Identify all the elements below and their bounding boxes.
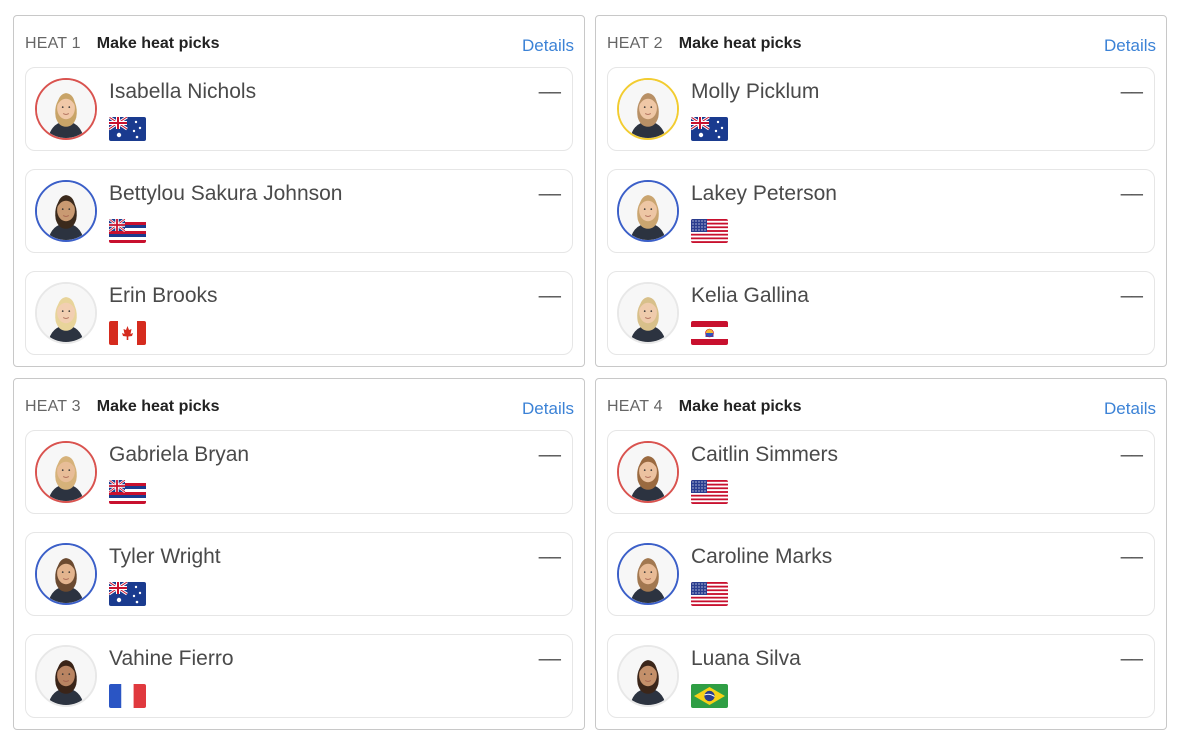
heat-card: HEAT 4 Make heat picks Details Caitlin S… [595,378,1167,730]
country-flag-icon [109,480,146,504]
heat-header: HEAT 4 Make heat picks [607,397,801,417]
surfer-row[interactable]: Molly Picklum –– [607,67,1155,151]
surfer-name: Tyler Wright [109,545,221,568]
surfer-avatar [35,180,97,242]
surfer-row[interactable]: Caitlin Simmers –– [607,430,1155,514]
country-flag-icon [109,219,146,243]
country-flag-icon [691,480,728,504]
make-picks-label[interactable]: Make heat picks [679,398,802,416]
surfer-name: Kelia Gallina [691,284,809,307]
surfer-row[interactable]: Vahine Fierro –– [25,634,573,718]
details-link[interactable]: Details [1104,399,1156,419]
surfer-name: Molly Picklum [691,80,820,103]
surfer-name: Lakey Peterson [691,182,837,205]
surfer-row[interactable]: Luana Silva –– [607,634,1155,718]
surfer-avatar [617,543,679,605]
surfer-name: Luana Silva [691,647,801,670]
surfer-score: –– [538,647,561,670]
surfer-score: –– [1120,647,1143,670]
details-link[interactable]: Details [1104,36,1156,56]
make-picks-label[interactable]: Make heat picks [97,35,220,53]
surfer-avatar [35,78,97,140]
surfer-score: –– [538,284,561,307]
surfer-score: –– [538,545,561,568]
heat-header: HEAT 1 Make heat picks [25,34,219,54]
heat-card: HEAT 1 Make heat picks Details Isabella … [13,15,585,367]
surfer-row[interactable]: Tyler Wright –– [25,532,573,616]
surfer-avatar [617,282,679,344]
surfer-row[interactable]: Lakey Peterson –– [607,169,1155,253]
surfer-name: Caroline Marks [691,545,833,568]
heat-label: HEAT 1 [25,35,81,52]
surfer-avatar [35,282,97,344]
surfer-name: Vahine Fierro [109,647,234,670]
country-flag-icon [691,582,728,606]
surfer-score: –– [1120,545,1143,568]
surfer-row[interactable]: Gabriela Bryan –– [25,430,573,514]
heat-label: HEAT 3 [25,398,81,415]
details-link[interactable]: Details [522,36,574,56]
surfer-name: Caitlin Simmers [691,443,839,466]
heat-header: HEAT 2 Make heat picks [607,34,801,54]
surfer-avatar [617,645,679,707]
country-flag-icon [691,117,728,141]
surfer-name: Isabella Nichols [109,80,257,103]
country-flag-icon [691,684,728,708]
make-picks-label[interactable]: Make heat picks [679,35,802,53]
heat-card: HEAT 2 Make heat picks Details Molly Pic… [595,15,1167,367]
heat-label: HEAT 4 [607,398,663,415]
country-flag-icon [109,117,146,141]
country-flag-icon [109,321,146,345]
surfer-avatar [617,441,679,503]
surfer-score: –– [538,80,561,103]
surfer-name: Bettylou Sakura Johnson [109,182,343,205]
surfer-name: Erin Brooks [109,284,218,307]
surfer-score: –– [1120,182,1143,205]
surfer-avatar [617,78,679,140]
heat-label: HEAT 2 [607,35,663,52]
surfer-row[interactable]: Caroline Marks –– [607,532,1155,616]
surfer-score: –– [538,182,561,205]
heat-card: HEAT 3 Make heat picks Details Gabriela … [13,378,585,730]
country-flag-icon [691,219,728,243]
surfer-avatar [35,645,97,707]
surfer-avatar [35,543,97,605]
surfer-score: –– [538,443,561,466]
details-link[interactable]: Details [522,399,574,419]
surfer-avatar [35,441,97,503]
surfer-score: –– [1120,284,1143,307]
country-flag-icon [109,582,146,606]
surfer-avatar [617,180,679,242]
country-flag-icon [691,321,728,345]
surfer-score: –– [1120,443,1143,466]
make-picks-label[interactable]: Make heat picks [97,398,220,416]
surfer-row[interactable]: Bettylou Sakura Johnson –– [25,169,573,253]
surfer-name: Gabriela Bryan [109,443,250,466]
surfer-row[interactable]: Erin Brooks –– [25,271,573,355]
surfer-row[interactable]: Kelia Gallina –– [607,271,1155,355]
country-flag-icon [109,684,146,708]
heat-header: HEAT 3 Make heat picks [25,397,219,417]
surfer-row[interactable]: Isabella Nichols –– [25,67,573,151]
surfer-score: –– [1120,80,1143,103]
